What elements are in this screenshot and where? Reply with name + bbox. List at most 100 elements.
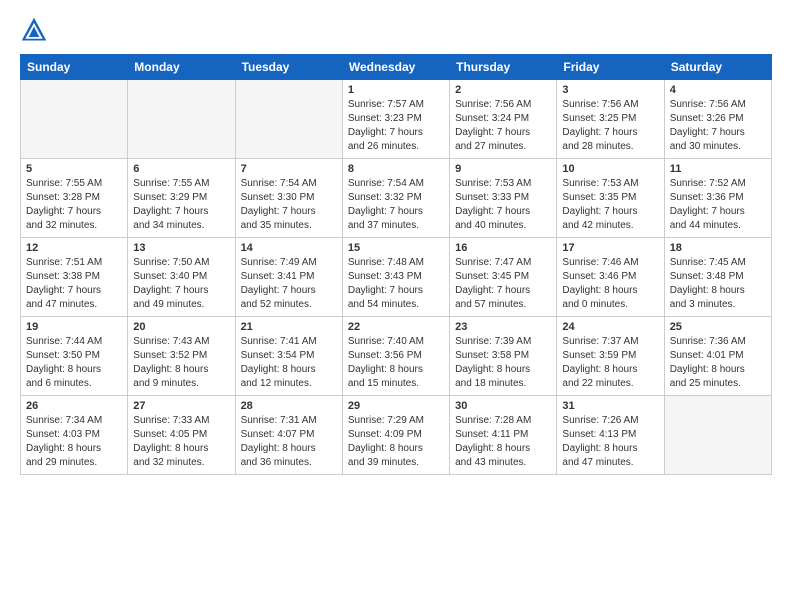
day-info: Sunrise: 7:43 AM Sunset: 3:52 PM Dayligh… xyxy=(133,335,229,391)
calendar-cell: 16Sunrise: 7:47 AM Sunset: 3:45 PM Dayli… xyxy=(450,238,557,317)
calendar-cell: 13 Sunrise: 7:50 AM Sunset: 3:40 PM Dayli… xyxy=(128,238,235,317)
day-info: Sunrise: 7:29 AM Sunset: 4:09 PM Dayligh… xyxy=(348,414,444,470)
calendar-cell: 12 Sunrise: 7:51 AM Sunset: 3:38 PM Dayli… xyxy=(21,238,128,317)
day-number: 1 xyxy=(348,84,444,96)
logo-icon xyxy=(20,16,48,44)
day-number: 12 xyxy=(26,242,122,254)
day-number: 15 xyxy=(348,242,444,254)
day-info: Sunrise: 7:49 AM Sunset: 3:41 PM Dayligh… xyxy=(241,256,337,312)
calendar-cell: 30 Sunrise: 7:28 AM Sunset: 4:11 PM Dayli… xyxy=(450,396,557,475)
day-info: Sunrise: 7:28 AM Sunset: 4:11 PM Dayligh… xyxy=(455,414,551,470)
calendar-cell: 4 Sunrise: 7:56 AM Sunset: 3:26 PM Daylig… xyxy=(664,80,771,159)
day-number: 10 xyxy=(562,163,658,175)
calendar-cell: 20 Sunrise: 7:43 AM Sunset: 3:52 PM Dayli… xyxy=(128,317,235,396)
calendar-cell: 17 Sunrise: 7:46 AM Sunset: 3:46 PM Dayli… xyxy=(557,238,664,317)
day-number: 29 xyxy=(348,400,444,412)
calendar-cell: 5 Sunrise: 7:55 AM Sunset: 3:28 PM Daylig… xyxy=(21,159,128,238)
page: SundayMondayTuesdayWednesdayThursdayFrid… xyxy=(0,0,792,612)
calendar-cell: 14 Sunrise: 7:49 AM Sunset: 3:41 PM Dayli… xyxy=(235,238,342,317)
calendar-week-1: 1 Sunrise: 7:57 AM Sunset: 3:23 PM Daylig… xyxy=(21,80,772,159)
day-info: Sunrise: 7:56 AM Sunset: 3:24 PM Dayligh… xyxy=(455,98,551,154)
day-info: Sunrise: 7:52 AM Sunset: 3:36 PM Dayligh… xyxy=(670,177,766,233)
day-info: Sunrise: 7:51 AM Sunset: 3:38 PM Dayligh… xyxy=(26,256,122,312)
day-number: 26 xyxy=(26,400,122,412)
calendar-cell: 26 Sunrise: 7:34 AM Sunset: 4:03 PM Dayli… xyxy=(21,396,128,475)
day-number: 2 xyxy=(455,84,551,96)
day-info: Sunrise: 7:41 AM Sunset: 3:54 PM Dayligh… xyxy=(241,335,337,391)
calendar-cell: 29 Sunrise: 7:29 AM Sunset: 4:09 PM Dayli… xyxy=(342,396,449,475)
day-number: 17 xyxy=(562,242,658,254)
calendar-week-4: 19Sunrise: 7:44 AM Sunset: 3:50 PM Dayli… xyxy=(21,317,772,396)
day-number: 20 xyxy=(133,321,229,333)
day-info: Sunrise: 7:56 AM Sunset: 3:25 PM Dayligh… xyxy=(562,98,658,154)
day-number: 11 xyxy=(670,163,766,175)
day-info: Sunrise: 7:55 AM Sunset: 3:29 PM Dayligh… xyxy=(133,177,229,233)
day-info: Sunrise: 7:53 AM Sunset: 3:35 PM Dayligh… xyxy=(562,177,658,233)
calendar-cell: 22Sunrise: 7:40 AM Sunset: 3:56 PM Dayli… xyxy=(342,317,449,396)
day-info: Sunrise: 7:46 AM Sunset: 3:46 PM Dayligh… xyxy=(562,256,658,312)
calendar-table: SundayMondayTuesdayWednesdayThursdayFrid… xyxy=(20,54,772,475)
calendar-cell: 25 Sunrise: 7:36 AM Sunset: 4:01 PM Dayli… xyxy=(664,317,771,396)
day-info: Sunrise: 7:39 AM Sunset: 3:58 PM Dayligh… xyxy=(455,335,551,391)
day-number: 31 xyxy=(562,400,658,412)
calendar-cell: 28 Sunrise: 7:31 AM Sunset: 4:07 PM Dayli… xyxy=(235,396,342,475)
calendar-cell: 6 Sunrise: 7:55 AM Sunset: 3:29 PM Daylig… xyxy=(128,159,235,238)
day-number: 9 xyxy=(455,163,551,175)
day-info: Sunrise: 7:34 AM Sunset: 4:03 PM Dayligh… xyxy=(26,414,122,470)
weekday-header-sunday: Sunday xyxy=(21,55,128,80)
calendar-cell: 3 Sunrise: 7:56 AM Sunset: 3:25 PM Daylig… xyxy=(557,80,664,159)
weekday-header-row: SundayMondayTuesdayWednesdayThursdayFrid… xyxy=(21,55,772,80)
day-info: Sunrise: 7:50 AM Sunset: 3:40 PM Dayligh… xyxy=(133,256,229,312)
day-number: 13 xyxy=(133,242,229,254)
day-info: Sunrise: 7:37 AM Sunset: 3:59 PM Dayligh… xyxy=(562,335,658,391)
calendar-cell: 1 Sunrise: 7:57 AM Sunset: 3:23 PM Daylig… xyxy=(342,80,449,159)
calendar-cell: 15Sunrise: 7:48 AM Sunset: 3:43 PM Dayli… xyxy=(342,238,449,317)
day-number: 18 xyxy=(670,242,766,254)
weekday-header-thursday: Thursday xyxy=(450,55,557,80)
calendar-cell: 21 Sunrise: 7:41 AM Sunset: 3:54 PM Dayli… xyxy=(235,317,342,396)
header xyxy=(20,16,772,44)
day-info: Sunrise: 7:54 AM Sunset: 3:32 PM Dayligh… xyxy=(348,177,444,233)
weekday-header-wednesday: Wednesday xyxy=(342,55,449,80)
calendar-week-5: 26 Sunrise: 7:34 AM Sunset: 4:03 PM Dayli… xyxy=(21,396,772,475)
day-info: Sunrise: 7:40 AM Sunset: 3:56 PM Dayligh… xyxy=(348,335,444,391)
calendar-cell xyxy=(235,80,342,159)
day-number: 5 xyxy=(26,163,122,175)
calendar-cell: 27Sunrise: 7:33 AM Sunset: 4:05 PM Dayli… xyxy=(128,396,235,475)
day-number: 30 xyxy=(455,400,551,412)
day-info: Sunrise: 7:53 AM Sunset: 3:33 PM Dayligh… xyxy=(455,177,551,233)
weekday-header-monday: Monday xyxy=(128,55,235,80)
calendar-cell: 9 Sunrise: 7:53 AM Sunset: 3:33 PM Daylig… xyxy=(450,159,557,238)
calendar-week-2: 5 Sunrise: 7:55 AM Sunset: 3:28 PM Daylig… xyxy=(21,159,772,238)
weekday-header-friday: Friday xyxy=(557,55,664,80)
day-number: 4 xyxy=(670,84,766,96)
weekday-header-tuesday: Tuesday xyxy=(235,55,342,80)
day-info: Sunrise: 7:36 AM Sunset: 4:01 PM Dayligh… xyxy=(670,335,766,391)
calendar-cell xyxy=(128,80,235,159)
calendar-cell: 11 Sunrise: 7:52 AM Sunset: 3:36 PM Dayli… xyxy=(664,159,771,238)
calendar-cell: 24 Sunrise: 7:37 AM Sunset: 3:59 PM Dayli… xyxy=(557,317,664,396)
day-number: 23 xyxy=(455,321,551,333)
day-info: Sunrise: 7:31 AM Sunset: 4:07 PM Dayligh… xyxy=(241,414,337,470)
calendar-cell: 18 Sunrise: 7:45 AM Sunset: 3:48 PM Dayli… xyxy=(664,238,771,317)
day-number: 21 xyxy=(241,321,337,333)
day-info: Sunrise: 7:57 AM Sunset: 3:23 PM Dayligh… xyxy=(348,98,444,154)
calendar-cell: 8Sunrise: 7:54 AM Sunset: 3:32 PM Daylig… xyxy=(342,159,449,238)
day-number: 25 xyxy=(670,321,766,333)
day-number: 3 xyxy=(562,84,658,96)
day-info: Sunrise: 7:45 AM Sunset: 3:48 PM Dayligh… xyxy=(670,256,766,312)
day-info: Sunrise: 7:47 AM Sunset: 3:45 PM Dayligh… xyxy=(455,256,551,312)
calendar-cell: 19Sunrise: 7:44 AM Sunset: 3:50 PM Dayli… xyxy=(21,317,128,396)
weekday-header-saturday: Saturday xyxy=(664,55,771,80)
day-info: Sunrise: 7:56 AM Sunset: 3:26 PM Dayligh… xyxy=(670,98,766,154)
day-info: Sunrise: 7:44 AM Sunset: 3:50 PM Dayligh… xyxy=(26,335,122,391)
day-info: Sunrise: 7:26 AM Sunset: 4:13 PM Dayligh… xyxy=(562,414,658,470)
calendar-cell: 23 Sunrise: 7:39 AM Sunset: 3:58 PM Dayli… xyxy=(450,317,557,396)
day-number: 24 xyxy=(562,321,658,333)
day-number: 6 xyxy=(133,163,229,175)
day-number: 14 xyxy=(241,242,337,254)
day-info: Sunrise: 7:55 AM Sunset: 3:28 PM Dayligh… xyxy=(26,177,122,233)
day-number: 28 xyxy=(241,400,337,412)
day-number: 7 xyxy=(241,163,337,175)
calendar-cell: 10 Sunrise: 7:53 AM Sunset: 3:35 PM Dayli… xyxy=(557,159,664,238)
